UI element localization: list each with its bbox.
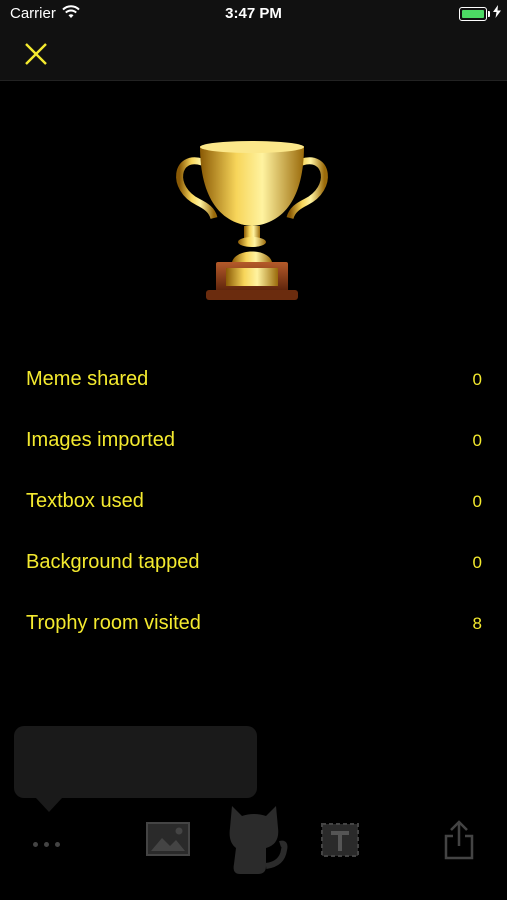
stat-value: 0	[472, 553, 482, 572]
status-bar: Carrier 3:47 PM	[0, 0, 507, 28]
stats-list: Meme shared 0 Images imported 0 Textbox …	[26, 360, 482, 665]
stat-value: 0	[472, 370, 482, 389]
stat-row-background-tapped: Background tapped 0	[26, 543, 482, 604]
share-icon	[444, 820, 474, 860]
stat-value: 0	[472, 431, 482, 450]
stat-row-images-imported: Images imported 0	[26, 421, 482, 482]
stat-value: 8	[472, 614, 482, 633]
charging-bolt-icon	[493, 5, 501, 22]
battery-icon	[459, 7, 490, 21]
stat-label: Images imported	[26, 429, 175, 451]
text-icon	[321, 823, 359, 857]
bottom-toolbar	[0, 800, 507, 900]
close-x-icon	[25, 43, 47, 65]
more-button[interactable]	[33, 834, 66, 852]
stat-row-textbox-used: Textbox used 0	[26, 482, 482, 543]
import-image-button[interactable]	[146, 822, 190, 861]
trophy-icon	[172, 140, 332, 302]
cat-button[interactable]	[226, 804, 288, 881]
clock: 3:47 PM	[225, 5, 282, 22]
stat-row-trophy-room-visited: Trophy room visited 8	[26, 604, 482, 665]
stat-label: Background tapped	[26, 551, 200, 573]
stat-label: Trophy room visited	[26, 612, 201, 634]
stat-label: Meme shared	[26, 368, 149, 390]
cat-icon	[229, 806, 288, 874]
stat-value: 0	[472, 492, 482, 511]
nav-bar	[0, 28, 507, 81]
more-icon	[33, 842, 38, 847]
tooltip-bubble	[14, 726, 257, 798]
image-icon	[146, 822, 190, 856]
stat-label: Textbox used	[26, 490, 144, 512]
close-button[interactable]	[22, 40, 50, 68]
share-button[interactable]	[443, 820, 475, 865]
add-text-button[interactable]	[320, 822, 360, 863]
stat-row-memes-shared: Meme shared 0	[26, 360, 482, 421]
